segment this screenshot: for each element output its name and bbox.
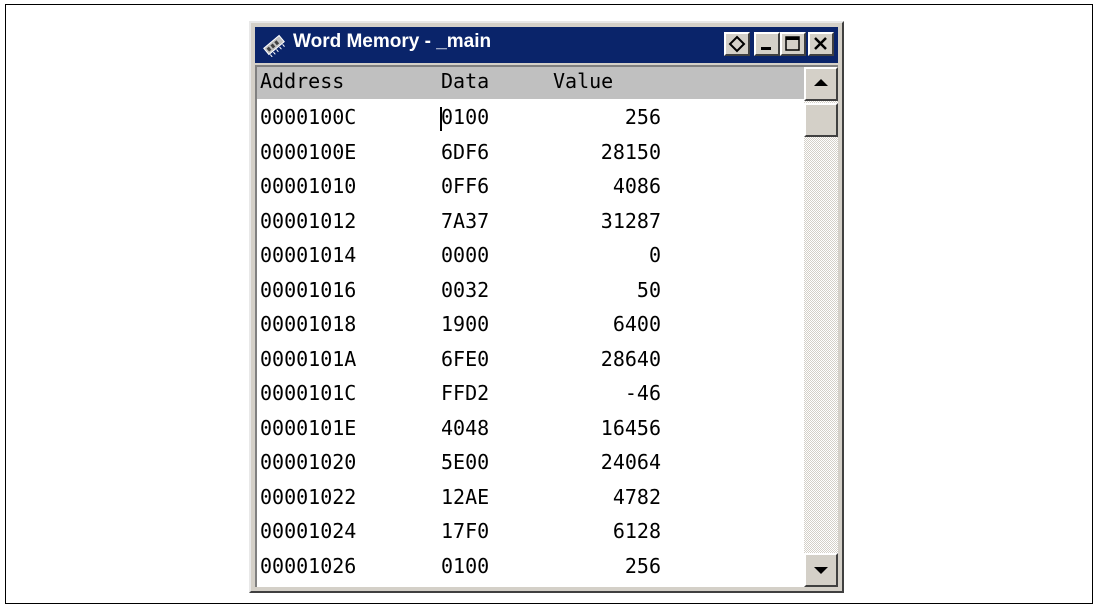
- word-memory-window[interactable]: Word Memory - _main Address Data Value 0…: [249, 21, 844, 593]
- memory-grid[interactable]: Address Data Value 0000100C 0100 256 000010…: [257, 67, 804, 587]
- memory-row-address[interactable]: 00001026: [260, 554, 356, 578]
- scroll-thumb[interactable]: [804, 103, 838, 137]
- memory-row-address[interactable]: 00001024: [260, 519, 356, 543]
- window-title: Word Memory - _main: [293, 31, 492, 52]
- memory-row-data[interactable]: 0FF6: [441, 174, 489, 198]
- vertical-scrollbar[interactable]: [804, 67, 838, 587]
- memory-row-value[interactable]: 6128: [553, 519, 661, 543]
- memory-row-value[interactable]: 256: [553, 554, 661, 578]
- minimize-icon: [761, 47, 771, 50]
- memory-row-data[interactable]: 5E00: [441, 450, 489, 474]
- memory-row-data[interactable]: 0100: [441, 554, 489, 578]
- memory-row-value[interactable]: 50: [553, 278, 661, 302]
- memory-row-data[interactable]: 12AE: [441, 485, 489, 509]
- memory-row[interactable]: 0000100C 0100 256: [257, 101, 804, 136]
- memory-row-address[interactable]: 00001020: [260, 450, 356, 474]
- memory-row[interactable]: 0000101A 6FE0 28640: [257, 343, 804, 378]
- memory-row-data[interactable]: 0032: [441, 278, 489, 302]
- memory-row-value[interactable]: 0: [553, 243, 661, 267]
- memory-row-value[interactable]: 6400: [553, 312, 661, 336]
- memory-view[interactable]: Address Data Value 0000100C 0100 256 000010…: [255, 65, 838, 587]
- scroll-down-button[interactable]: [804, 553, 838, 587]
- memory-row[interactable]: 0000100E 6DF6 28150: [257, 136, 804, 171]
- memory-row[interactable]: 00001016 0032 50: [257, 274, 804, 309]
- memory-row-value[interactable]: 24064: [553, 450, 661, 474]
- memory-row-value[interactable]: 28640: [553, 347, 661, 371]
- close-button[interactable]: [808, 32, 834, 56]
- memory-row-data[interactable]: 7A37: [441, 209, 489, 233]
- memory-row-data[interactable]: 0100: [441, 105, 489, 129]
- memory-row-value[interactable]: 4782: [553, 485, 661, 509]
- memory-row-data[interactable]: 6DF6: [441, 140, 489, 164]
- text-cursor: [440, 107, 442, 131]
- scroll-down-arrow-icon: [814, 567, 828, 574]
- memory-row[interactable]: 00001022 12AE 4782: [257, 481, 804, 516]
- minimize-button[interactable]: [754, 32, 780, 56]
- column-header-address[interactable]: Address: [260, 69, 344, 93]
- column-header-value[interactable]: Value: [553, 69, 613, 93]
- memory-row[interactable]: 00001018 1900 6400: [257, 308, 804, 343]
- maximize-icon: [785, 36, 800, 51]
- memory-row[interactable]: 00001026 0100 256: [257, 550, 804, 585]
- memory-row-data[interactable]: 1900: [441, 312, 489, 336]
- display-mode-icon: [728, 35, 746, 53]
- memory-icon: [263, 34, 285, 57]
- memory-row-data[interactable]: 6FE0: [441, 347, 489, 371]
- memory-row-data[interactable]: 0000: [441, 243, 489, 267]
- memory-row-data[interactable]: FFD2: [441, 381, 489, 405]
- memory-row[interactable]: 00001012 7A37 31287: [257, 205, 804, 240]
- memory-row-address[interactable]: 0000101C: [260, 381, 356, 405]
- memory-row-address[interactable]: 00001016: [260, 278, 356, 302]
- memory-row[interactable]: 00001014 0000 0: [257, 239, 804, 274]
- memory-row-value[interactable]: 31287: [553, 209, 661, 233]
- title-bar[interactable]: Word Memory - _main: [255, 27, 838, 63]
- memory-row-value[interactable]: 28150: [553, 140, 661, 164]
- memory-row-address[interactable]: 00001018: [260, 312, 356, 336]
- memory-row-address[interactable]: 0000101A: [260, 347, 356, 371]
- memory-row-value[interactable]: 4086: [553, 174, 661, 198]
- memory-row[interactable]: 0000101C FFD2 -46: [257, 377, 804, 412]
- display-mode-button[interactable]: [724, 32, 750, 56]
- memory-row-address[interactable]: 00001022: [260, 485, 356, 509]
- memory-row-data[interactable]: 17F0: [441, 519, 489, 543]
- memory-row[interactable]: 00001024 17F0 6128: [257, 515, 804, 550]
- memory-row[interactable]: 0000101E 4048 16456: [257, 412, 804, 447]
- scroll-up-button[interactable]: [804, 67, 838, 101]
- memory-row[interactable]: 00001010 0FF6 4086: [257, 170, 804, 205]
- scroll-up-arrow-icon: [814, 79, 828, 86]
- memory-row-address[interactable]: 00001010: [260, 174, 356, 198]
- memory-row-address[interactable]: 00001014: [260, 243, 356, 267]
- close-icon: [814, 37, 827, 50]
- memory-row-value[interactable]: -46: [553, 381, 661, 405]
- memory-row-value[interactable]: 256: [553, 105, 661, 129]
- memory-row-address[interactable]: 0000100E: [260, 140, 356, 164]
- memory-rows: 0000100C 0100 256 0000100E 6DF6 28150 00001010…: [257, 101, 804, 584]
- column-header: Address Data Value: [257, 67, 804, 99]
- maximize-button[interactable]: [780, 32, 806, 56]
- memory-row-data[interactable]: 4048: [441, 416, 489, 440]
- memory-row[interactable]: 00001020 5E00 24064: [257, 446, 804, 481]
- memory-row-address[interactable]: 0000101E: [260, 416, 356, 440]
- memory-row-address[interactable]: 00001012: [260, 209, 356, 233]
- memory-row-address[interactable]: 0000100C: [260, 105, 356, 129]
- column-header-data[interactable]: Data: [441, 69, 489, 93]
- memory-row-value[interactable]: 16456: [553, 416, 661, 440]
